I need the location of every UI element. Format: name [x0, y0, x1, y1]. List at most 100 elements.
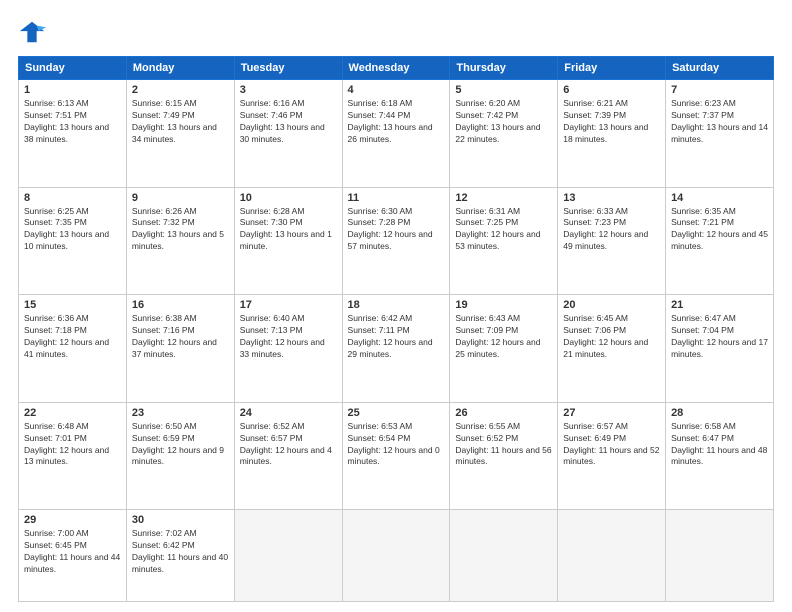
day-number: 21: [671, 299, 768, 311]
calendar-cell: 10Sunrise: 6:28 AMSunset: 7:30 PMDayligh…: [234, 187, 342, 295]
calendar-cell: 8Sunrise: 6:25 AMSunset: 7:35 PMDaylight…: [19, 187, 127, 295]
day-detail: Sunrise: 6:30 AMSunset: 7:28 PMDaylight:…: [348, 206, 445, 254]
day-detail: Sunrise: 6:40 AMSunset: 7:13 PMDaylight:…: [240, 313, 337, 361]
calendar-cell: 13 Sunrise: 6:33 AMSunset: 7:23 PMDayligh…: [558, 187, 666, 295]
day-detail: Sunrise: 6:58 AMSunset: 6:47 PMDaylight:…: [671, 421, 768, 469]
col-header-tuesday: Tuesday: [234, 57, 342, 80]
calendar-cell: 17 Sunrise: 6:40 AMSunset: 7:13 PMDayligh…: [234, 295, 342, 403]
calendar-cell: [342, 510, 450, 602]
calendar-week-2: 8Sunrise: 6:25 AMSunset: 7:35 PMDaylight…: [19, 187, 774, 295]
day-number: 6: [563, 84, 660, 96]
calendar-cell: 16Sunrise: 6:38 AMSunset: 7:16 PMDayligh…: [126, 295, 234, 403]
calendar-cell: 25 Sunrise: 6:53 AMSunset: 6:54 PMDayligh…: [342, 402, 450, 510]
calendar-cell: 9 Sunrise: 6:26 AMSunset: 7:32 PMDaylight…: [126, 187, 234, 295]
calendar-cell: 24 Sunrise: 6:52 AMSunset: 6:57 PMDayligh…: [234, 402, 342, 510]
col-header-sunday: Sunday: [19, 57, 127, 80]
day-detail: Sunrise: 6:55 AMSunset: 6:52 PMDaylight:…: [455, 421, 552, 469]
day-detail: Sunrise: 6:35 AMSunset: 7:21 PMDaylight:…: [671, 206, 768, 254]
day-detail: Sunrise: 6:52 AMSunset: 6:57 PMDaylight:…: [240, 421, 337, 469]
calendar-cell: 14 Sunrise: 6:35 AMSunset: 7:21 PMDayligh…: [666, 187, 774, 295]
calendar-cell: [450, 510, 558, 602]
day-number: 23: [132, 407, 229, 419]
day-number: 29: [24, 514, 121, 526]
day-number: 1: [24, 84, 121, 96]
day-detail: Sunrise: 6:15 AMSunset: 7:49 PMDaylight:…: [132, 98, 229, 146]
calendar-cell: 15 Sunrise: 6:36 AMSunset: 7:18 PMDayligh…: [19, 295, 127, 403]
day-detail: Sunrise: 6:36 AMSunset: 7:18 PMDaylight:…: [24, 313, 121, 361]
day-detail: Sunrise: 6:18 AMSunset: 7:44 PMDaylight:…: [348, 98, 445, 146]
day-number: 9: [132, 192, 229, 204]
col-header-wednesday: Wednesday: [342, 57, 450, 80]
day-detail: Sunrise: 6:53 AMSunset: 6:54 PMDaylight:…: [348, 421, 445, 469]
day-detail: Sunrise: 7:02 AMSunset: 6:42 PMDaylight:…: [132, 528, 229, 576]
col-header-monday: Monday: [126, 57, 234, 80]
calendar-cell: 11 Sunrise: 6:30 AMSunset: 7:28 PMDayligh…: [342, 187, 450, 295]
calendar-cell: 29 Sunrise: 7:00 AMSunset: 6:45 PMDayligh…: [19, 510, 127, 602]
day-detail: Sunrise: 6:42 AMSunset: 7:11 PMDaylight:…: [348, 313, 445, 361]
day-detail: Sunrise: 7:00 AMSunset: 6:45 PMDaylight:…: [24, 528, 121, 576]
calendar-cell: 1 Sunrise: 6:13 AMSunset: 7:51 PMDaylight…: [19, 80, 127, 188]
day-detail: Sunrise: 6:57 AMSunset: 6:49 PMDaylight:…: [563, 421, 660, 469]
day-detail: Sunrise: 6:21 AMSunset: 7:39 PMDaylight:…: [563, 98, 660, 146]
day-number: 15: [24, 299, 121, 311]
day-detail: Sunrise: 6:47 AMSunset: 7:04 PMDaylight:…: [671, 313, 768, 361]
logo: [18, 18, 50, 46]
day-detail: Sunrise: 6:48 AMSunset: 7:01 PMDaylight:…: [24, 421, 121, 469]
day-number: 3: [240, 84, 337, 96]
col-header-thursday: Thursday: [450, 57, 558, 80]
day-number: 14: [671, 192, 768, 204]
day-detail: Sunrise: 6:26 AMSunset: 7:32 PMDaylight:…: [132, 206, 229, 254]
calendar-cell: 28 Sunrise: 6:58 AMSunset: 6:47 PMDayligh…: [666, 402, 774, 510]
calendar-cell: [234, 510, 342, 602]
day-number: 18: [348, 299, 445, 311]
day-number: 27: [563, 407, 660, 419]
calendar-header-row: SundayMondayTuesdayWednesdayThursdayFrid…: [19, 57, 774, 80]
calendar-cell: 4 Sunrise: 6:18 AMSunset: 7:44 PMDaylight…: [342, 80, 450, 188]
day-number: 28: [671, 407, 768, 419]
calendar-cell: 21 Sunrise: 6:47 AMSunset: 7:04 PMDayligh…: [666, 295, 774, 403]
day-number: 19: [455, 299, 552, 311]
day-detail: Sunrise: 6:13 AMSunset: 7:51 PMDaylight:…: [24, 98, 121, 146]
calendar-cell: 2 Sunrise: 6:15 AMSunset: 7:49 PMDaylight…: [126, 80, 234, 188]
day-detail: Sunrise: 6:25 AMSunset: 7:35 PMDaylight:…: [24, 206, 121, 254]
day-number: 30: [132, 514, 229, 526]
calendar-week-5: 29 Sunrise: 7:00 AMSunset: 6:45 PMDayligh…: [19, 510, 774, 602]
day-number: 24: [240, 407, 337, 419]
col-header-saturday: Saturday: [666, 57, 774, 80]
calendar-cell: 3 Sunrise: 6:16 AMSunset: 7:46 PMDaylight…: [234, 80, 342, 188]
calendar-cell: 30 Sunrise: 7:02 AMSunset: 6:42 PMDayligh…: [126, 510, 234, 602]
calendar-cell: 23 Sunrise: 6:50 AMSunset: 6:59 PMDayligh…: [126, 402, 234, 510]
calendar-cell: [558, 510, 666, 602]
day-number: 4: [348, 84, 445, 96]
day-number: 13: [563, 192, 660, 204]
calendar-cell: 27 Sunrise: 6:57 AMSunset: 6:49 PMDayligh…: [558, 402, 666, 510]
day-number: 25: [348, 407, 445, 419]
calendar-cell: 6 Sunrise: 6:21 AMSunset: 7:39 PMDaylight…: [558, 80, 666, 188]
calendar-cell: 19 Sunrise: 6:43 AMSunset: 7:09 PMDayligh…: [450, 295, 558, 403]
day-detail: Sunrise: 6:31 AMSunset: 7:25 PMDaylight:…: [455, 206, 552, 254]
day-number: 26: [455, 407, 552, 419]
calendar-cell: 12 Sunrise: 6:31 AMSunset: 7:25 PMDayligh…: [450, 187, 558, 295]
day-detail: Sunrise: 6:43 AMSunset: 7:09 PMDaylight:…: [455, 313, 552, 361]
col-header-friday: Friday: [558, 57, 666, 80]
day-detail: Sunrise: 6:45 AMSunset: 7:06 PMDaylight:…: [563, 313, 660, 361]
day-number: 12: [455, 192, 552, 204]
logo-icon: [18, 18, 46, 46]
day-number: 17: [240, 299, 337, 311]
header: [18, 18, 774, 46]
calendar-table: SundayMondayTuesdayWednesdayThursdayFrid…: [18, 56, 774, 602]
calendar-cell: 5Sunrise: 6:20 AMSunset: 7:42 PMDaylight…: [450, 80, 558, 188]
day-number: 11: [348, 192, 445, 204]
calendar-week-3: 15 Sunrise: 6:36 AMSunset: 7:18 PMDayligh…: [19, 295, 774, 403]
day-detail: Sunrise: 6:20 AMSunset: 7:42 PMDaylight:…: [455, 98, 552, 146]
day-detail: Sunrise: 6:16 AMSunset: 7:46 PMDaylight:…: [240, 98, 337, 146]
day-number: 2: [132, 84, 229, 96]
calendar-week-1: 1 Sunrise: 6:13 AMSunset: 7:51 PMDaylight…: [19, 80, 774, 188]
calendar-cell: 26 Sunrise: 6:55 AMSunset: 6:52 PMDayligh…: [450, 402, 558, 510]
page: SundayMondayTuesdayWednesdayThursdayFrid…: [0, 0, 792, 612]
calendar-cell: 20Sunrise: 6:45 AMSunset: 7:06 PMDayligh…: [558, 295, 666, 403]
calendar-cell: 22Sunrise: 6:48 AMSunset: 7:01 PMDayligh…: [19, 402, 127, 510]
day-detail: Sunrise: 6:50 AMSunset: 6:59 PMDaylight:…: [132, 421, 229, 469]
calendar-cell: 18 Sunrise: 6:42 AMSunset: 7:11 PMDayligh…: [342, 295, 450, 403]
day-detail: Sunrise: 6:33 AMSunset: 7:23 PMDaylight:…: [563, 206, 660, 254]
